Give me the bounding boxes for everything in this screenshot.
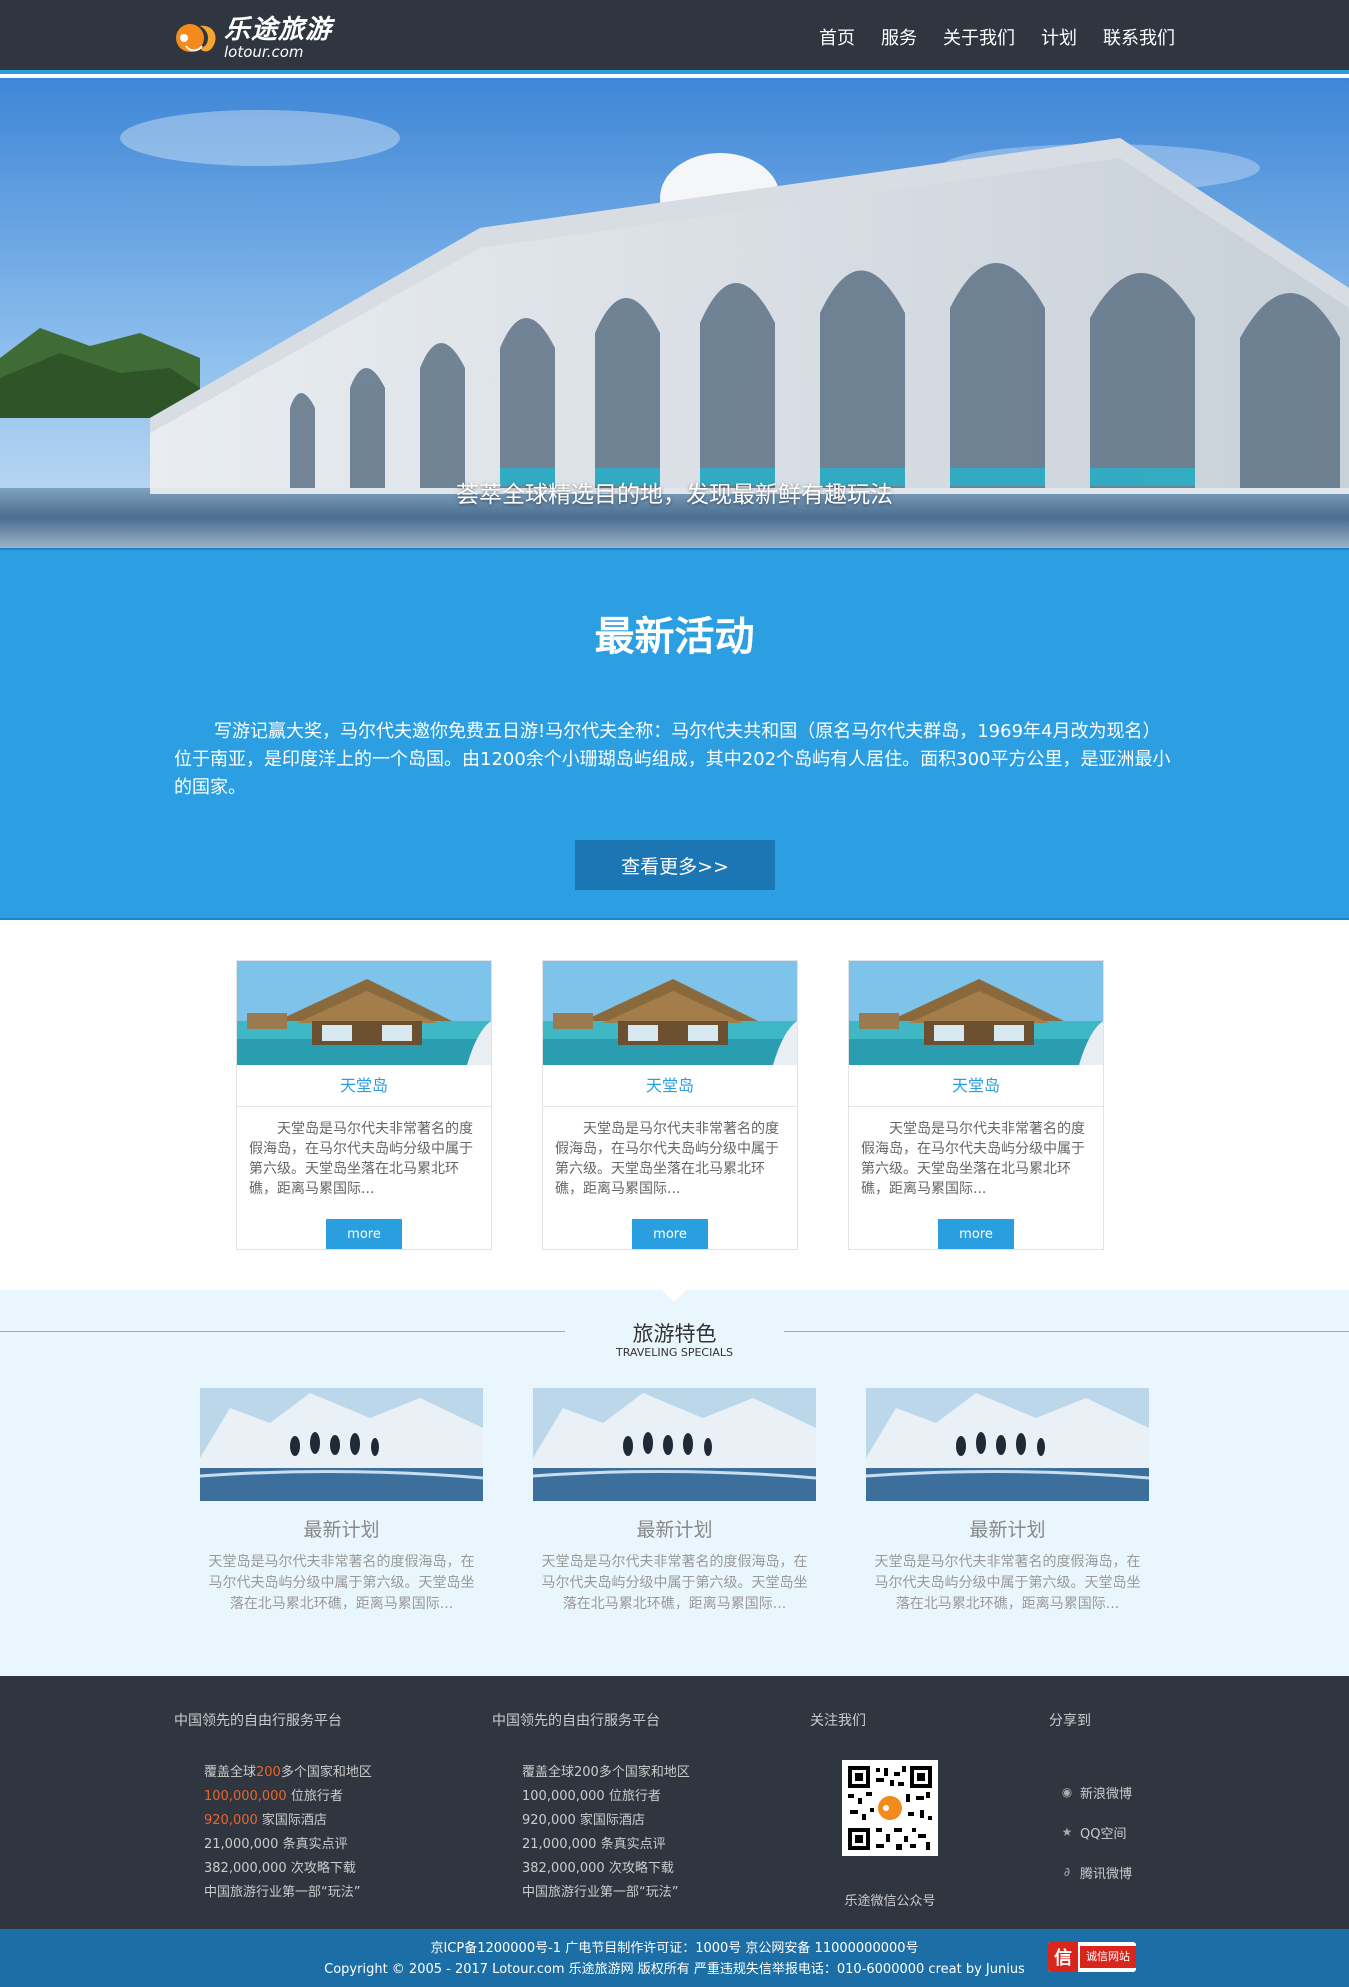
footer-stat-line: 21,000,000 条真实点评	[522, 1837, 666, 1852]
logo-english-text: lotour.com	[224, 42, 304, 61]
special-description: 天堂岛是马尔代夫非常著名的度假海岛，在马尔代夫岛屿分级中属于第六级。天堂岛坐落在…	[874, 1554, 1141, 1612]
nav-services[interactable]: 服务	[881, 24, 917, 50]
footer-stat-line: 920,000 家国际酒店	[204, 1813, 327, 1828]
card-title[interactable]: 天堂岛	[543, 1065, 797, 1107]
card-more-button[interactable]: more	[938, 1219, 1014, 1249]
latest-activity-section: 最新活动 写游记赢大奖，马尔代夫邀你免费五日游!马尔代夫全称：马尔代夫共和国（原…	[0, 548, 1349, 920]
overwater-villa-image	[543, 961, 797, 1065]
view-more-button[interactable]: 查看更多>>	[575, 840, 775, 890]
destination-card: 天堂岛 天堂岛是马尔代夫非常著名的度假海岛，在马尔代夫岛屿分级中属于第六级。天堂…	[236, 960, 492, 1250]
hero-banner: 荟萃全球精选目的地，发现最新鲜有趣玩法	[0, 78, 1349, 548]
footer-stat-line: 100,000,000 位旅行者	[522, 1789, 661, 1804]
overwater-villa-image	[849, 961, 1103, 1065]
nav-contact[interactable]: 联系我们	[1103, 24, 1175, 50]
special-title[interactable]: 最新计划	[533, 1515, 816, 1542]
special-description: 天堂岛是马尔代夫非常著名的度假海岛，在马尔代夫岛屿分级中属于第六级。天堂岛坐落在…	[541, 1554, 808, 1612]
card-description: 天堂岛是马尔代夫非常著名的度假海岛，在马尔代夫岛屿分级中属于第六级。天堂岛坐落在…	[861, 1121, 1085, 1197]
icp-license-text: 京ICP备1200000号-1 广电节目制作许可证：1000号 京公网安备 11…	[430, 1941, 919, 1956]
card-more-button[interactable]: more	[326, 1219, 402, 1249]
card-title[interactable]: 天堂岛	[849, 1065, 1103, 1107]
wechat-qr-code	[842, 1760, 938, 1856]
travel-specials-section: 旅游特色 TRAVELING SPECIALS 最新计划 天堂岛是马尔代夫非常著…	[0, 1290, 1349, 1676]
weibo-icon: ◉	[1061, 1785, 1073, 1799]
logo-chinese-text: 乐途旅游	[224, 14, 333, 45]
footer-column-title: 中国领先的自由行服务平台	[492, 1713, 660, 1729]
tencent-weibo-icon: ∂	[1063, 1865, 1071, 1879]
special-item: 最新计划 天堂岛是马尔代夫非常著名的度假海岛，在马尔代夫岛屿分级中属于第六级。天…	[533, 1388, 816, 1615]
footer-stat-line: 382,000,000 次攻略下载	[522, 1861, 674, 1876]
penguins-iceberg-image	[533, 1388, 816, 1501]
footer-column-title: 分享到	[1049, 1713, 1091, 1729]
copyright-text: Copyright © 2005 - 2017 Lotour.com 乐途旅游网…	[324, 1962, 1025, 1977]
copyright-bar: 京ICP备1200000号-1 广电节目制作许可证：1000号 京公网安备 11…	[0, 1929, 1349, 1987]
specials-subtitle: TRAVELING SPECIALS	[616, 1346, 733, 1359]
penguins-iceberg-image	[866, 1388, 1149, 1501]
qr-code-icon	[846, 1764, 934, 1852]
footer-share-column: 分享到	[1049, 1710, 1091, 1730]
site-header: 乐途旅游 lotour.com 首页 服务 关于我们 计划 联系我们	[0, 0, 1349, 74]
footer-follow-column: 关注我们	[810, 1710, 866, 1730]
footer-stats-column: 中国领先的自由行服务平台 覆盖全球200多个国家和地区 100,000,000 …	[492, 1710, 690, 1905]
destination-cards-section: 天堂岛 天堂岛是马尔代夫非常著名的度假海岛，在马尔代夫岛屿分级中属于第六级。天堂…	[0, 920, 1349, 1290]
footer-stat-line: 382,000,000 次攻略下载	[204, 1861, 356, 1876]
share-links: ◉ 新浪微博 ★ QQ空间 ∂ 腾讯微博	[1060, 1772, 1132, 1892]
activity-description: 写游记赢大奖，马尔代夫邀你免费五日游!马尔代夫全称：马尔代夫共和国（原名马尔代夫…	[174, 721, 1171, 798]
footer-column-title: 中国领先的自由行服务平台	[174, 1713, 342, 1729]
nav-about[interactable]: 关于我们	[943, 24, 1015, 50]
destination-card: 天堂岛 天堂岛是马尔代夫非常著名的度假海岛，在马尔代夫岛屿分级中属于第六级。天堂…	[848, 960, 1104, 1250]
destination-card: 天堂岛 天堂岛是马尔代夫非常著名的度假海岛，在马尔代夫岛屿分级中属于第六级。天堂…	[542, 960, 798, 1250]
logo[interactable]: 乐途旅游 lotour.com	[174, 14, 332, 62]
footer-column-title: 关注我们	[810, 1713, 866, 1729]
special-item: 最新计划 天堂岛是马尔代夫非常著名的度假海岛，在马尔代夫岛屿分级中属于第六级。天…	[200, 1388, 483, 1615]
footer-stat-line: 21,000,000 条真实点评	[204, 1837, 348, 1852]
nav-home[interactable]: 首页	[819, 24, 855, 50]
card-more-button[interactable]: more	[632, 1219, 708, 1249]
activity-title: 最新活动	[594, 614, 755, 660]
specials-title: 旅游特色	[632, 1322, 717, 1346]
footer-stat-line: 覆盖全球200多个国家和地区	[204, 1765, 372, 1780]
footer-stat-line: 100,000,000 位旅行者	[204, 1789, 343, 1804]
special-title[interactable]: 最新计划	[200, 1515, 483, 1542]
nav-plans[interactable]: 计划	[1041, 24, 1077, 50]
qr-caption: 乐途微信公众号	[844, 1894, 936, 1909]
logo-icon	[176, 24, 216, 52]
footer-stat-line: 中国旅游行业第一部“玩法”	[522, 1885, 679, 1900]
footer-stat-line: 中国旅游行业第一部“玩法”	[204, 1885, 361, 1900]
main-nav: 首页 服务 关于我们 计划 联系我们	[819, 0, 1175, 74]
section-notch	[662, 1290, 686, 1302]
card-description: 天堂岛是马尔代夫非常著名的度假海岛，在马尔代夫岛屿分级中属于第六级。天堂岛坐落在…	[555, 1121, 779, 1197]
footer-stats-column: 中国领先的自由行服务平台 覆盖全球200多个国家和地区 100,000,000 …	[174, 1710, 372, 1905]
site-footer: 中国领先的自由行服务平台 覆盖全球200多个国家和地区 100,000,000 …	[0, 1676, 1349, 1929]
star-icon: ★	[1061, 1825, 1073, 1839]
badge-label: 诚信网站	[1080, 1946, 1136, 1968]
footer-stat-line: 覆盖全球200多个国家和地区	[522, 1765, 690, 1780]
hero-caption: 荟萃全球精选目的地，发现最新鲜有趣玩法	[456, 482, 893, 508]
special-description: 天堂岛是马尔代夫非常著名的度假海岛，在马尔代夫岛屿分级中属于第六级。天堂岛坐落在…	[208, 1554, 475, 1612]
penguins-iceberg-image	[200, 1388, 483, 1501]
footer-stat-line: 920,000 家国际酒店	[522, 1813, 645, 1828]
card-title[interactable]: 天堂岛	[237, 1065, 491, 1107]
special-title[interactable]: 最新计划	[866, 1515, 1149, 1542]
overwater-villa-image	[237, 961, 491, 1065]
share-tencent-weibo[interactable]: ∂ 腾讯微博	[1060, 1852, 1132, 1892]
special-item: 最新计划 天堂岛是马尔代夫非常著名的度假海岛，在马尔代夫岛屿分级中属于第六级。天…	[866, 1388, 1149, 1615]
trust-icon: 信	[1048, 1942, 1078, 1972]
trusted-site-badge[interactable]: 信 诚信网站	[1048, 1942, 1136, 1972]
card-description: 天堂岛是马尔代夫非常著名的度假海岛，在马尔代夫岛屿分级中属于第六级。天堂岛坐落在…	[249, 1121, 473, 1197]
share-sina-weibo[interactable]: ◉ 新浪微博	[1060, 1772, 1132, 1812]
share-qzone[interactable]: ★ QQ空间	[1060, 1812, 1132, 1852]
